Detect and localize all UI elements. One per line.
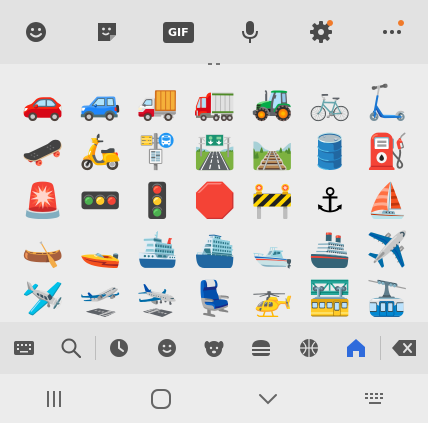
- keyboard-toolbar: GIF: [0, 0, 428, 64]
- emoji-vertical-traffic-light[interactable]: 🚦: [129, 176, 186, 225]
- system-nav-bar: [0, 374, 428, 423]
- emoji-category-bar: [0, 322, 428, 374]
- emoji-motorway[interactable]: 🛣️: [186, 127, 243, 176]
- home-button[interactable]: [131, 379, 191, 419]
- more-badge: [398, 20, 405, 26]
- emoji-suspension-railway[interactable]: 🚟: [301, 274, 358, 323]
- emoji-canoe[interactable]: 🛶: [14, 225, 71, 274]
- smiley-icon: [157, 339, 176, 357]
- emoji-fuel-pump[interactable]: ⛽: [359, 127, 416, 176]
- emoji-airplane[interactable]: ✈️: [359, 225, 416, 274]
- emoji-blue-car[interactable]: 🚙: [71, 78, 128, 127]
- keyboard-switch-icon: [364, 392, 383, 404]
- search-icon: [61, 338, 81, 358]
- emoji-red-car[interactable]: 🚗: [14, 78, 71, 127]
- emoji-motor-scooter[interactable]: 🛵: [71, 127, 128, 176]
- recent-apps-button[interactable]: [24, 379, 84, 419]
- emoji-oil-drum[interactable]: 🛢️: [301, 127, 358, 176]
- tab-activity[interactable]: [285, 322, 332, 374]
- tab-smileys[interactable]: [143, 322, 190, 374]
- scroll-indicator: [208, 63, 220, 65]
- settings-badge: [326, 20, 333, 26]
- animals-icon: [204, 341, 224, 357]
- emoji-airplane-arrival[interactable]: 🛬: [129, 274, 186, 323]
- emoji-kick-scooter[interactable]: 🛴: [359, 78, 416, 127]
- emoji-airplane-departure[interactable]: 🛫: [71, 274, 128, 323]
- sticker-button[interactable]: [87, 12, 127, 52]
- emoji-ship[interactable]: 🚢: [301, 225, 358, 274]
- keyboard-icon: [13, 341, 34, 355]
- emoji-bicycle[interactable]: 🚲: [301, 78, 358, 127]
- hide-keyboard-icon: [258, 393, 277, 404]
- emoji-railway-track[interactable]: 🛤️: [244, 127, 301, 176]
- emoji-grid: 🚗 🚙 🚚 🚛 🚜 🚲 🛴 🛹 🛵 🚏 🛣️ 🛤️ 🛢️ ⛽ 🚨 🚥 🚦 🛑 🚧…: [14, 78, 416, 322]
- tab-travel[interactable]: [332, 322, 379, 374]
- emoji-tractor[interactable]: 🚜: [244, 78, 301, 127]
- recent-icon: [110, 339, 129, 357]
- emoji-police-light[interactable]: 🚨: [14, 176, 71, 225]
- more-button[interactable]: [372, 12, 412, 52]
- more-icon: [383, 30, 402, 34]
- emoji-ferry[interactable]: ⛴️: [186, 225, 243, 274]
- emoji-icon: [25, 22, 46, 42]
- emoji-helicopter[interactable]: 🚁: [244, 274, 301, 323]
- settings-button[interactable]: [301, 12, 341, 52]
- emoji-delivery-truck[interactable]: 🚚: [129, 78, 186, 127]
- backspace-button[interactable]: [381, 322, 428, 374]
- emoji-horizontal-traffic-light[interactable]: 🚥: [71, 176, 128, 225]
- tab-recent[interactable]: [96, 322, 143, 374]
- emoji-skateboard[interactable]: 🛹: [14, 127, 71, 176]
- emoji-bus-stop[interactable]: 🚏: [129, 127, 186, 176]
- voice-input-button[interactable]: [230, 12, 270, 52]
- emoji-anchor[interactable]: ⚓: [301, 176, 358, 225]
- emoji-articulated-lorry[interactable]: 🚛: [186, 78, 243, 127]
- recent-apps-icon: [46, 390, 61, 407]
- emoji-button[interactable]: [16, 12, 56, 52]
- gif-icon: GIF: [162, 21, 194, 43]
- emoji-aerial-tramway[interactable]: 🚠: [359, 274, 416, 323]
- backspace-icon: [392, 340, 417, 356]
- travel-icon: [346, 339, 365, 357]
- gif-button[interactable]: GIF: [158, 12, 198, 52]
- emoji-small-airplane[interactable]: 🛩️: [14, 274, 71, 323]
- tab-animals[interactable]: [190, 322, 237, 374]
- food-icon: [252, 340, 271, 356]
- sticker-icon: [97, 23, 116, 41]
- emoji-construction[interactable]: 🚧: [244, 176, 301, 225]
- emoji-speedboat[interactable]: 🚤: [71, 225, 128, 274]
- emoji-seat[interactable]: 💺: [186, 274, 243, 323]
- keyboard-switch-button[interactable]: [345, 379, 405, 419]
- emoji-stop-sign[interactable]: 🛑: [186, 176, 243, 225]
- microphone-icon: [241, 21, 258, 43]
- emoji-keyboard: GIF 🚗 🚙 🚚 🚛 🚜 🚲 🛴 🛹 🛵 🚏 🛣️ 🛤️ 🛢️ ⛽ 🚨 🚥 🚦…: [0, 0, 428, 423]
- keyboard-button[interactable]: [0, 322, 47, 374]
- hide-keyboard-button[interactable]: [238, 379, 298, 419]
- emoji-motor-boat[interactable]: 🛥️: [244, 225, 301, 274]
- search-button[interactable]: [47, 322, 94, 374]
- home-icon: [150, 388, 171, 409]
- activity-icon: [299, 339, 318, 357]
- emoji-passenger-ship[interactable]: 🛳️: [129, 225, 186, 274]
- emoji-sailboat[interactable]: ⛵: [359, 176, 416, 225]
- tab-food[interactable]: [238, 322, 285, 374]
